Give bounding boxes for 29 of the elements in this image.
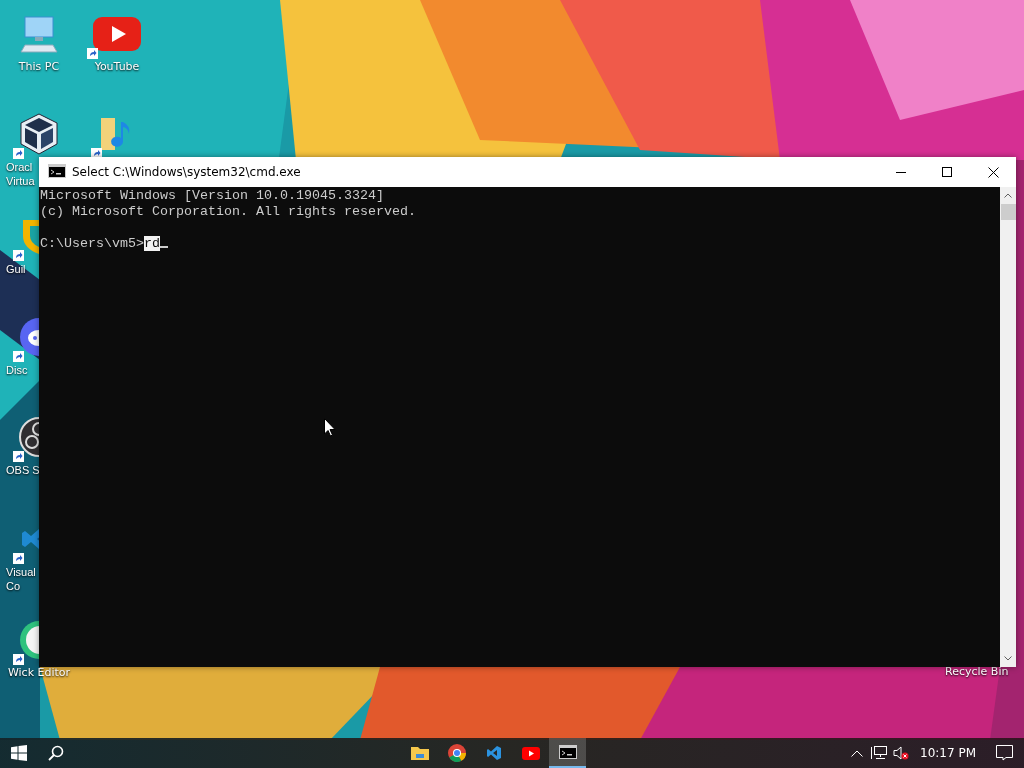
scroll-down-icon[interactable] <box>1004 656 1012 661</box>
taskbar-app[interactable] <box>549 738 586 768</box>
scrollbar[interactable] <box>1000 187 1016 667</box>
search-icon <box>48 745 64 761</box>
icon-label[interactable]: Visual Co <box>6 565 36 593</box>
code-editor-icon <box>485 745 502 761</box>
icon-label[interactable]: OBS S <box>6 463 40 477</box>
maximize-icon <box>942 167 952 177</box>
folder-icon <box>410 745 429 761</box>
computer-icon <box>19 14 59 54</box>
terminal-icon <box>558 745 577 759</box>
close-icon <box>987 166 999 178</box>
console-line: Microsoft Windows [Version 10.0.19045.3324] <box>40 188 385 204</box>
browser-icon <box>447 744 466 762</box>
console-line: (c) Microsoft Corporation. All rights reserved. <box>40 204 417 220</box>
cube-icon <box>19 112 59 156</box>
terminal-icon <box>48 163 66 178</box>
text-cursor <box>160 246 168 248</box>
clock[interactable]: 10:17 PM <box>912 746 984 760</box>
mouse-pointer-icon <box>324 418 336 437</box>
play-icon <box>521 746 540 760</box>
icon-label[interactable]: Guil <box>6 262 26 276</box>
scroll-thumb[interactable] <box>1000 204 1016 220</box>
windows-logo-icon <box>11 745 27 761</box>
play-icon <box>93 17 141 51</box>
scroll-up-icon[interactable] <box>1004 193 1012 198</box>
console-prompt: C:\Users\vm5> <box>40 236 144 251</box>
icon-label[interactable]: Recycle Bin <box>945 665 1009 678</box>
window-title: Select C:\Windows\system32\cmd.exe <box>72 165 302 179</box>
